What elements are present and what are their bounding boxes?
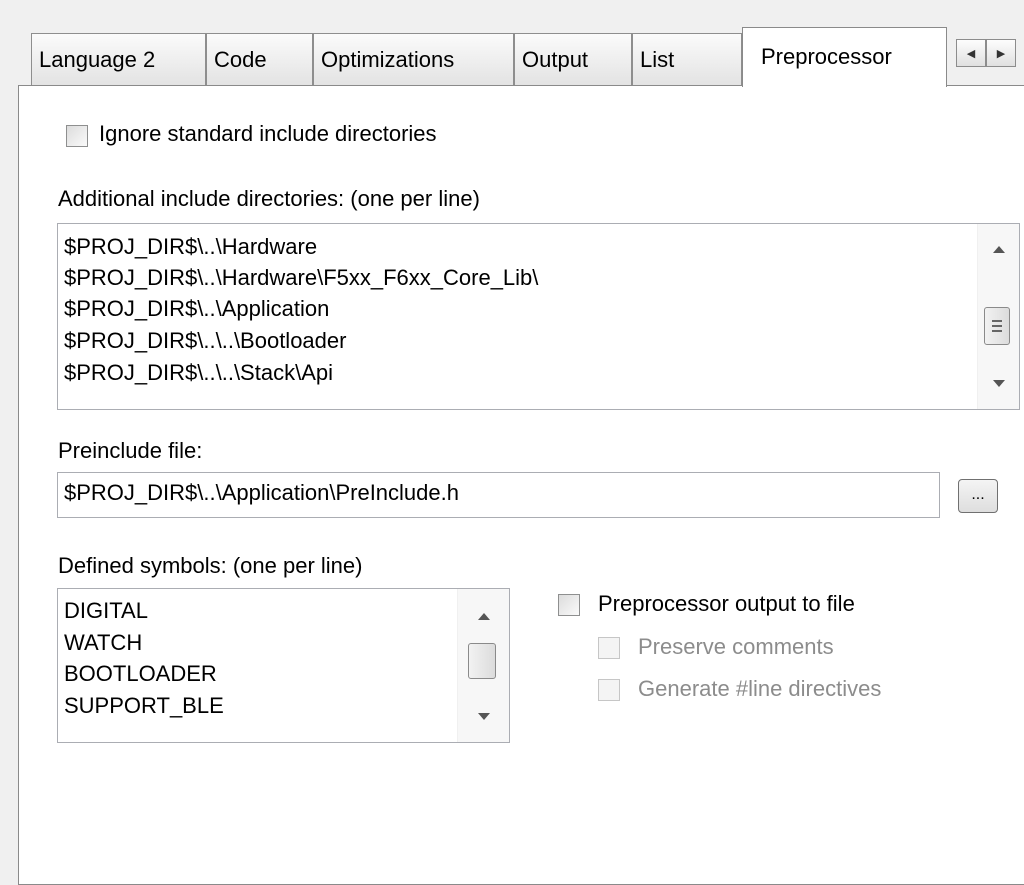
preinclude-label: Preinclude file: <box>58 438 203 463</box>
preproc-output-checkbox[interactable] <box>558 594 580 616</box>
include-dirs-label: Additional include directories: (one per… <box>58 186 480 211</box>
symbol-line: WATCH <box>64 630 143 655</box>
defined-symbols-scrollbar[interactable] <box>457 589 509 742</box>
include-dir-line: $PROJ_DIR$\..\..\Stack\Api <box>64 360 333 385</box>
symbol-line: SUPPORT_BLE <box>64 693 224 718</box>
scroll-thumb[interactable] <box>984 307 1010 345</box>
scroll-down-icon[interactable] <box>992 380 1005 387</box>
scroll-up-icon[interactable] <box>992 246 1005 253</box>
symbol-line: BOOTLOADER <box>64 661 217 686</box>
tab-preprocessor[interactable]: Preprocessor <box>742 27 947 87</box>
preinclude-browse-button[interactable]: ... <box>958 479 998 513</box>
scroll-up-icon[interactable] <box>477 613 490 620</box>
tab-scroll-right-button[interactable]: ▶ <box>986 39 1016 67</box>
scroll-down-icon[interactable] <box>477 713 490 720</box>
tab-scroll-left-button[interactable]: ◀ <box>956 39 986 67</box>
ignore-std-include-checkbox[interactable] <box>66 125 88 147</box>
tab-code[interactable]: Code <box>206 33 313 85</box>
scroll-thumb[interactable] <box>468 643 496 679</box>
include-dir-line: $PROJ_DIR$\..\Application <box>64 296 330 321</box>
preserve-comments-checkbox[interactable] <box>598 637 620 659</box>
include-dirs-scrollbar[interactable] <box>977 224 1019 409</box>
line-directives-label: Generate #line directives <box>638 676 882 701</box>
preinclude-input[interactable]: $PROJ_DIR$\..\Application\PreInclude.h <box>57 472 940 518</box>
line-directives-checkbox[interactable] <box>598 679 620 701</box>
preproc-output-label: Preprocessor output to file <box>598 591 855 616</box>
tab-list[interactable]: List <box>632 33 742 85</box>
tab-output[interactable]: Output <box>514 33 632 85</box>
symbol-line: DIGITAL <box>64 598 148 623</box>
arrow-right-icon: ▶ <box>996 47 1006 60</box>
defined-symbols-label: Defined symbols: (one per line) <box>58 553 363 578</box>
include-dir-line: $PROJ_DIR$\..\Hardware <box>64 234 318 259</box>
tab-optimizations[interactable]: Optimizations <box>313 33 514 85</box>
include-dir-line: $PROJ_DIR$\..\..\Bootloader <box>64 328 347 353</box>
preserve-comments-label: Preserve comments <box>638 634 834 659</box>
arrow-left-icon: ◀ <box>966 47 976 60</box>
tab-language-2[interactable]: Language 2 <box>31 33 206 85</box>
ignore-std-include-label: Ignore standard include directories <box>99 121 437 146</box>
include-dir-line: $PROJ_DIR$\..\Hardware\F5xx_F6xx_Core_Li… <box>64 265 539 290</box>
defined-symbols-textarea[interactable]: DIGITAL WATCH BOOTLOADER SUPPORT_BLE <box>57 588 510 743</box>
include-dirs-textarea[interactable]: $PROJ_DIR$\..\Hardware $PROJ_DIR$\..\Har… <box>57 223 1020 410</box>
